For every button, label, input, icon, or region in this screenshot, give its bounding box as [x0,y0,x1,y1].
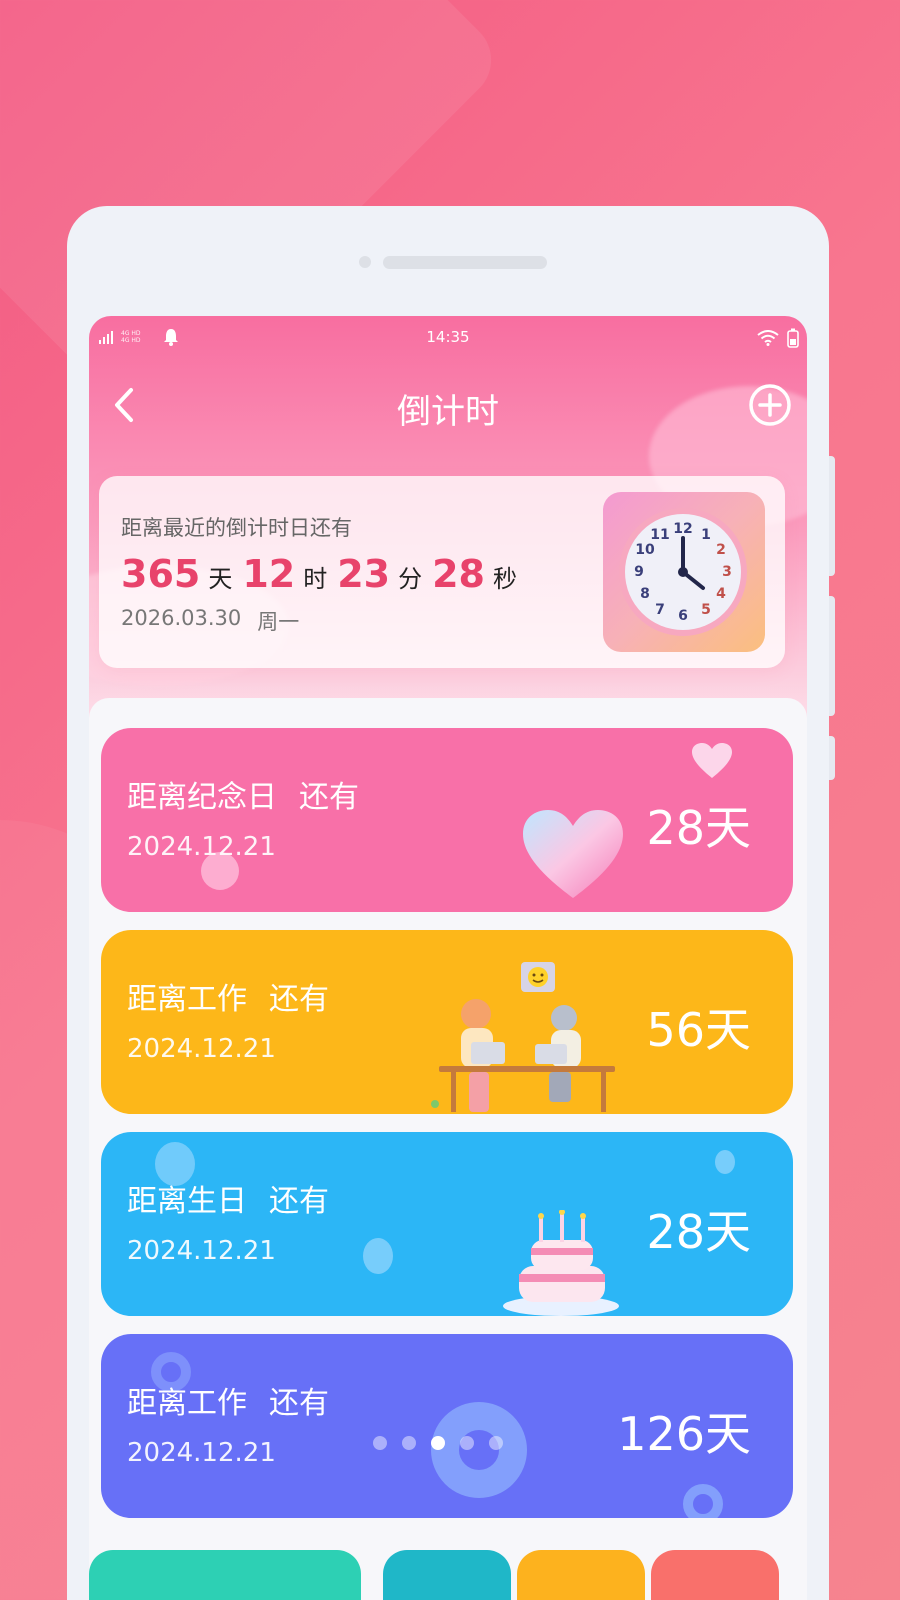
card-date: 2024.12.21 [127,1034,276,1064]
page-indicator [373,1436,503,1450]
status-time: 14:35 [426,328,470,346]
summary-date-row: 2026.03.30 周一 [121,606,299,636]
clock-icon: 12 1 2 3 4 5 6 7 8 9 10 11 [619,508,747,636]
wifi-icon [757,330,779,346]
category-tile[interactable] [89,1550,361,1600]
svg-text:3: 3 [722,564,732,580]
card-title: 距离纪念日 还有 [127,780,359,815]
countdown-hours-unit: 时 [303,565,328,593]
clock-illustration: 12 1 2 3 4 5 6 7 8 9 10 11 [603,492,765,652]
svg-text:12: 12 [673,521,692,537]
card-days: 28天 [646,801,751,855]
countdown-card-work-2[interactable]: 距离工作 还有 2024.12.21 126天 [101,1334,793,1518]
countdown-card-birthday[interactable]: 距离生日 还有 2024.12.21 28天 [101,1132,793,1316]
svg-text:10: 10 [635,542,655,558]
card-title: 距离生日 还有 [127,1184,329,1219]
svg-text:1: 1 [701,527,711,543]
page-dot[interactable] [373,1436,387,1450]
app-screen: 4G HD 4G HD 14:35 倒计时 距离最近的倒计时日还有 365 天 … [89,316,807,1600]
page-title: 倒计时 [397,392,499,432]
countdown-seconds: 28 [432,552,485,596]
card-title: 距离工作 还有 [127,1386,329,1421]
category-tile[interactable] [383,1550,511,1600]
page-dot-active[interactable] [431,1436,445,1450]
page-dot[interactable] [460,1436,474,1450]
countdown-list: 距离纪念日 还有 2024.12.21 28天 距离工作 还有 2024.12.… [89,698,807,1600]
nav-bar: 倒计时 [89,370,807,440]
svg-text:9: 9 [634,564,644,580]
summary-date: 2026.03.30 [121,606,242,630]
card-date: 2024.12.21 [127,832,276,862]
svg-text:2: 2 [716,542,726,558]
birthday-cake-icon [503,1209,621,1316]
balloon-decor [363,1238,393,1274]
add-button[interactable] [747,382,793,428]
nearest-countdown-card[interactable]: 距离最近的倒计时日还有 365 天 12 时 23 分 28 秒 2026.03… [99,476,785,668]
svg-text:7: 7 [655,602,665,618]
ring-decor [683,1484,723,1518]
page-dot[interactable] [402,1436,416,1450]
side-button [829,736,835,780]
page-dot[interactable] [489,1436,503,1450]
countdown-days: 365 [121,552,201,596]
svg-text:5: 5 [701,602,711,618]
camera-dot [359,256,371,268]
card-days: 126天 [617,1407,751,1461]
side-button [829,596,835,716]
heart-icon [521,808,625,904]
card-days: 28天 [646,1205,751,1259]
svg-text:6: 6 [678,608,688,624]
countdown-card-work[interactable]: 距离工作 还有 2024.12.21 56天 [101,930,793,1114]
speaker-grille [383,256,547,269]
svg-text:8: 8 [640,586,650,602]
countdown-minutes: 23 [337,552,391,596]
balloon-decor [715,1150,735,1174]
countdown-seconds-unit: 秒 [493,565,517,593]
small-heart-icon [691,742,733,784]
summary-label: 距离最近的倒计时日还有 [121,516,352,540]
countdown-timer: 365 天 12 时 23 分 28 秒 [121,552,527,596]
category-tile[interactable] [651,1550,779,1600]
summary-weekday: 周一 [257,610,300,634]
side-button [829,456,835,576]
coworkers-illustration [431,956,621,1114]
svg-text:4: 4 [716,586,726,602]
card-title: 距离工作 还有 [127,982,329,1017]
card-date: 2024.12.21 [127,1438,276,1468]
countdown-minutes-unit: 分 [398,565,423,593]
countdown-hours: 12 [242,552,296,596]
svg-text:11: 11 [650,527,669,543]
ring-decor [431,1402,527,1498]
card-date: 2024.12.21 [127,1236,276,1266]
status-bar: 4G HD 4G HD 14:35 [89,316,807,362]
category-tile[interactable] [517,1550,645,1600]
countdown-card-anniversary[interactable]: 距离纪念日 还有 2024.12.21 28天 [101,728,793,912]
phone-frame: 4G HD 4G HD 14:35 倒计时 距离最近的倒计时日还有 365 天 … [67,206,835,1600]
battery-icon [787,328,799,348]
countdown-days-unit: 天 [208,565,233,593]
card-days: 56天 [646,1003,751,1057]
